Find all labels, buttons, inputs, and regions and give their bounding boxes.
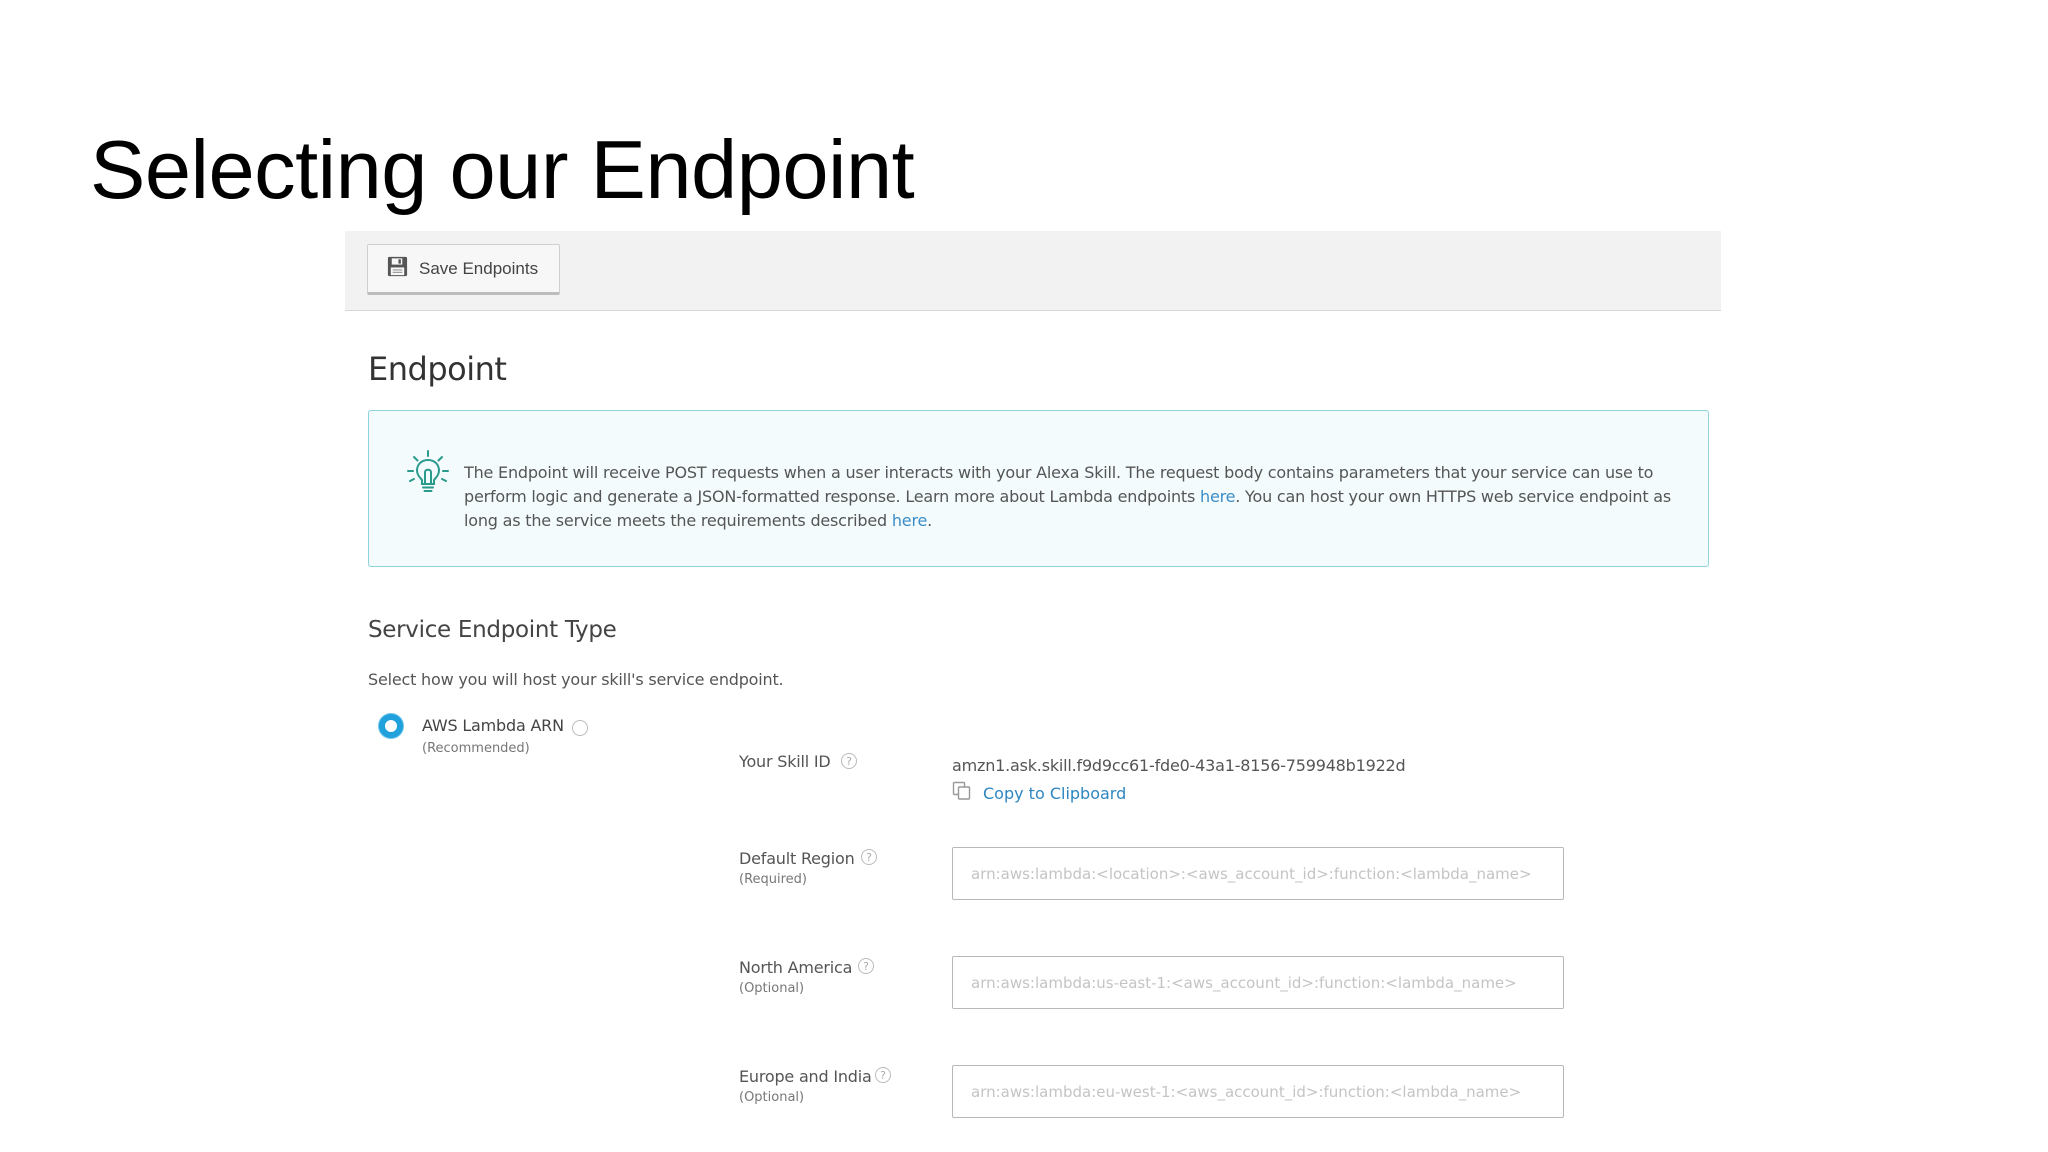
- europe-india-arn-input[interactable]: [952, 1065, 1564, 1118]
- north-america-optional: (Optional): [739, 981, 805, 996]
- copy-to-clipboard-label: Copy to Clipboard: [983, 783, 1127, 803]
- aws-lambda-radio[interactable]: [379, 714, 403, 738]
- default-region-required: (Required): [739, 872, 808, 887]
- save-endpoints-label: Save Endpoints: [419, 258, 539, 278]
- europe-india-optional: (Optional): [739, 1090, 805, 1105]
- requirements-link[interactable]: here: [892, 511, 927, 530]
- slide-title: Selecting our Endpoint: [90, 123, 915, 216]
- skill-id-label: Your Skill ID: [739, 752, 831, 771]
- europe-india-label: Europe and India: [739, 1067, 872, 1086]
- info-box: The Endpoint will receive POST requests …: [368, 410, 1709, 567]
- floppy-disk-icon: [386, 255, 409, 283]
- info-circle-icon[interactable]: [572, 720, 588, 736]
- save-endpoints-button[interactable]: Save Endpoints: [367, 244, 560, 295]
- question-circle-icon[interactable]: ?: [861, 849, 877, 865]
- question-circle-icon[interactable]: ?: [858, 958, 874, 974]
- info-text-part: .: [927, 511, 933, 530]
- question-circle-icon[interactable]: ?: [875, 1067, 891, 1083]
- north-america-arn-input[interactable]: [952, 956, 1564, 1009]
- default-region-label: Default Region: [739, 849, 855, 868]
- aws-lambda-radio-label: AWS Lambda ARN: [422, 716, 564, 735]
- toolbar: Save Endpoints: [345, 231, 1721, 311]
- north-america-label: North America: [739, 958, 853, 977]
- skill-id-value: amzn1.ask.skill.f9d9cc61-fde0-43a1-8156-…: [952, 756, 1406, 775]
- lightbulb-icon: [406, 449, 450, 495]
- section-title: Endpoint: [368, 350, 507, 388]
- aws-lambda-recommended-label: (Recommended): [422, 741, 530, 756]
- service-endpoint-type-title: Service Endpoint Type: [368, 617, 617, 643]
- copy-to-clipboard-link[interactable]: Copy to Clipboard: [952, 781, 1126, 805]
- lambda-endpoints-link[interactable]: here: [1200, 487, 1235, 506]
- copy-icon: [952, 781, 972, 805]
- question-circle-icon[interactable]: ?: [841, 753, 857, 769]
- service-endpoint-type-description: Select how you will host your skill's se…: [368, 670, 784, 689]
- default-region-arn-input[interactable]: [952, 847, 1564, 900]
- info-text: The Endpoint will receive POST requests …: [464, 461, 1679, 533]
